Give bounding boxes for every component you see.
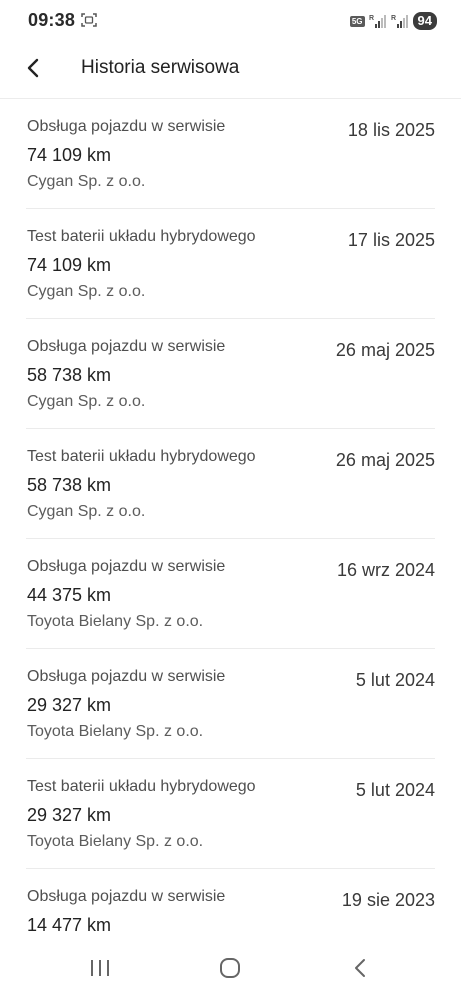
app-header: Historia serwisowa	[0, 40, 461, 99]
signal-strength-icon: R	[369, 15, 386, 28]
entry-date: 17 lis 2025	[347, 230, 435, 250]
svg-text:R: R	[391, 15, 396, 22]
entry-date: 5 lut 2024	[355, 670, 435, 690]
entry-mileage: 14 477 km	[27, 915, 112, 935]
home-button[interactable]	[210, 952, 250, 984]
nav-back-button[interactable]	[340, 952, 380, 984]
entry-mileage: 74 109 km	[27, 255, 112, 275]
battery-indicator: 94	[412, 12, 437, 30]
service-entry[interactable]: Obsługa pojazdu w serwisie 5 lut 2024 29…	[26, 649, 435, 759]
entry-date: 5 lut 2024	[355, 780, 435, 800]
service-entry[interactable]: Test baterii układu hybrydowego 5 lut 20…	[26, 759, 435, 869]
chevron-left-icon	[27, 58, 39, 78]
recent-apps-icon	[91, 960, 109, 976]
entry-mileage: 74 109 km	[27, 145, 112, 165]
entry-date: 19 sie 2023	[341, 890, 435, 910]
page-title: Historia serwisowa	[81, 57, 240, 78]
entry-mileage: 29 327 km	[27, 805, 112, 825]
status-bar: 09:38 5G R R 94	[0, 0, 461, 40]
entry-title: Test baterii układu hybrydowego	[27, 778, 256, 795]
svg-text:R: R	[369, 15, 374, 22]
status-indicators: 5G R R 94	[349, 11, 437, 31]
entry-provider: Toyota Bielany Sp. z o.o.	[27, 723, 204, 740]
entry-date: 16 wrz 2024	[336, 560, 435, 580]
entry-mileage: 29 327 km	[27, 695, 112, 715]
entry-title: Obsługa pojazdu w serwisie	[27, 668, 226, 685]
entry-title: Test baterii układu hybrydowego	[27, 448, 256, 465]
entry-date: 18 lis 2025	[347, 120, 435, 140]
system-navigation-bar	[0, 938, 461, 999]
entry-provider: Cygan Sp. z o.o.	[27, 503, 146, 520]
service-entry[interactable]: Obsługa pojazdu w serwisie 19 sie 2023 1…	[26, 869, 435, 938]
service-entry[interactable]: Obsługa pojazdu w serwisie 16 wrz 2024 4…	[26, 539, 435, 649]
entry-provider: Cygan Sp. z o.o.	[27, 173, 146, 190]
back-icon	[355, 959, 365, 977]
recent-apps-button[interactable]	[80, 952, 120, 984]
entry-provider: Toyota Bielany Sp. z o.o.	[27, 833, 204, 850]
service-history-list[interactable]: Obsługa pojazdu w serwisie 18 lis 2025 7…	[0, 99, 461, 938]
entry-date: 26 maj 2025	[335, 450, 435, 470]
service-entry[interactable]: Test baterii układu hybrydowego 26 maj 2…	[26, 429, 435, 539]
entry-provider: Cygan Sp. z o.o.	[27, 393, 146, 410]
entry-date: 26 maj 2025	[335, 340, 435, 360]
service-entry[interactable]: Obsługa pojazdu w serwisie 26 maj 2025 5…	[26, 319, 435, 429]
screen-capture-icon	[81, 13, 97, 27]
entry-provider: Toyota Bielany Sp. z o.o.	[27, 613, 204, 630]
home-icon	[220, 958, 240, 978]
entry-title: Obsługa pojazdu w serwisie	[27, 888, 226, 905]
back-button[interactable]	[16, 50, 52, 86]
entry-title: Obsługa pojazdu w serwisie	[27, 558, 226, 575]
entry-title: Obsługa pojazdu w serwisie	[27, 338, 226, 355]
entry-provider: Cygan Sp. z o.o.	[27, 283, 146, 300]
entry-mileage: 58 738 km	[27, 365, 112, 385]
signal-strength-icon: R	[391, 15, 408, 28]
entry-mileage: 44 375 km	[27, 585, 112, 605]
entry-mileage: 58 738 km	[27, 475, 112, 495]
entry-title: Test baterii układu hybrydowego	[27, 228, 256, 245]
status-time: 09:38	[28, 10, 76, 30]
service-entry[interactable]: Obsługa pojazdu w serwisie 18 lis 2025 7…	[26, 99, 435, 209]
network-type-badge: 5G	[349, 15, 365, 27]
service-entry[interactable]: Test baterii układu hybrydowego 17 lis 2…	[26, 209, 435, 319]
entry-title: Obsługa pojazdu w serwisie	[27, 118, 226, 135]
